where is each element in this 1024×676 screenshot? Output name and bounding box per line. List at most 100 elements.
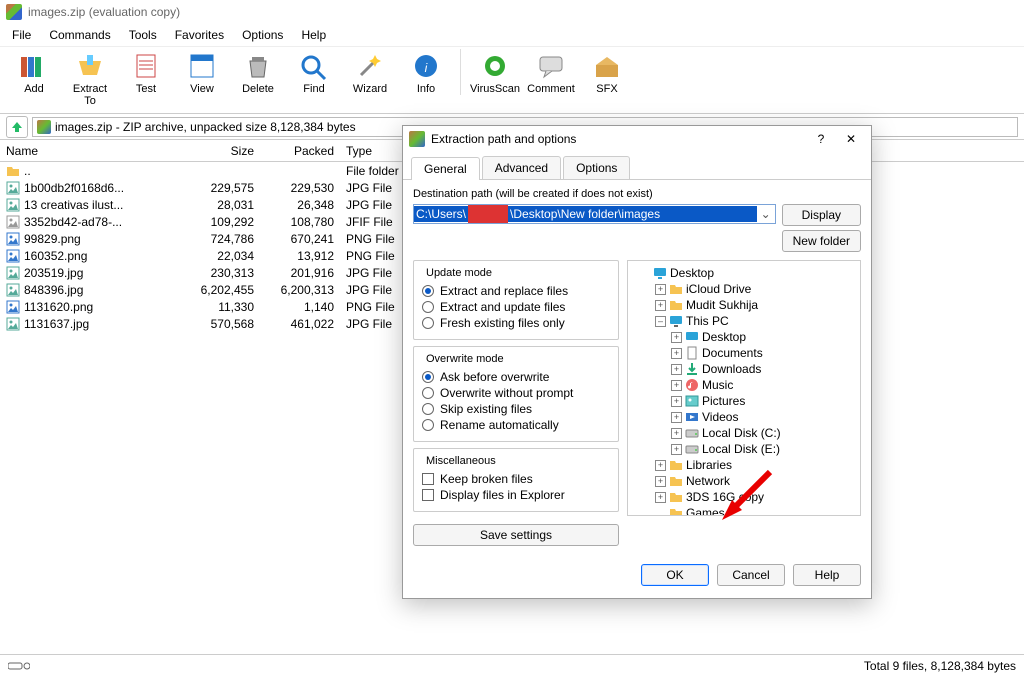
file-name: 99829.png xyxy=(24,232,81,246)
opt-extract-replace[interactable]: Extract and replace files xyxy=(422,283,610,299)
tool-find[interactable]: Find xyxy=(288,49,340,97)
new-folder-button[interactable]: New folder xyxy=(782,230,861,252)
tree-item[interactable]: Network xyxy=(632,473,858,489)
chevron-down-icon[interactable]: ⌄ xyxy=(757,207,775,221)
up-button[interactable] xyxy=(6,116,28,138)
destination-path-input[interactable]: C:\Users\ \Desktop\New folder\images ⌄ xyxy=(413,204,776,224)
tool-comment[interactable]: Comment xyxy=(525,49,577,97)
tree-item[interactable]: Downloads xyxy=(632,361,858,377)
file-name: 1b00db2f0168d6... xyxy=(24,181,124,195)
expand-icon[interactable] xyxy=(655,492,666,503)
file-packed: 13,912 xyxy=(260,249,340,263)
docs-icon xyxy=(685,346,699,360)
tool-extract-to[interactable]: Extract To xyxy=(64,49,116,109)
tree-item[interactable]: Mudit Sukhija xyxy=(632,297,858,313)
menu-favorites[interactable]: Favorites xyxy=(167,26,232,44)
tab-advanced[interactable]: Advanced xyxy=(482,156,561,179)
ok-button[interactable]: OK xyxy=(641,564,709,586)
file-size: 6,202,455 xyxy=(190,283,260,297)
opt-skip-existing[interactable]: Skip existing files xyxy=(422,401,610,417)
expand-icon[interactable] xyxy=(655,476,666,487)
tool-add[interactable]: Add xyxy=(8,49,60,97)
tool-delete[interactable]: Delete xyxy=(232,49,284,97)
tool-label: Comment xyxy=(527,83,575,95)
tree-label: Local Disk (C:) xyxy=(702,426,781,440)
help-icon[interactable]: ? xyxy=(813,132,829,146)
menu-tools[interactable]: Tools xyxy=(121,26,165,44)
expand-icon[interactable] xyxy=(655,460,666,471)
expand-icon[interactable] xyxy=(671,412,682,423)
file-size: 229,575 xyxy=(190,181,260,195)
tree-item[interactable]: Games xyxy=(632,505,858,516)
radio-icon xyxy=(422,371,434,383)
menu-file[interactable]: File xyxy=(4,26,39,44)
chk-keep-broken[interactable]: Keep broken files xyxy=(422,471,610,487)
archive-icon xyxy=(37,120,51,134)
menu-help[interactable]: Help xyxy=(293,26,334,44)
expand-icon[interactable] xyxy=(655,300,666,311)
tree-item[interactable]: Pictures xyxy=(632,393,858,409)
expand-icon[interactable] xyxy=(655,284,666,295)
jpg-file-icon xyxy=(6,317,20,331)
tree-item[interactable]: 3DS 16G copy xyxy=(632,489,858,505)
expand-icon[interactable] xyxy=(671,332,682,343)
close-icon[interactable]: ✕ xyxy=(843,132,859,146)
dialog-footer: OK Cancel Help xyxy=(403,556,871,598)
tool-virusscan[interactable]: VirusScan xyxy=(469,49,521,97)
tree-item[interactable]: Music xyxy=(632,377,858,393)
expand-icon[interactable] xyxy=(671,428,682,439)
folder-icon xyxy=(669,282,683,296)
menu-options[interactable]: Options xyxy=(234,26,291,44)
tree-item[interactable]: Libraries xyxy=(632,457,858,473)
help-button[interactable]: Help xyxy=(793,564,861,586)
tree-item[interactable]: Desktop xyxy=(632,329,858,345)
tab-general[interactable]: General xyxy=(411,157,480,180)
opt-fresh-only[interactable]: Fresh existing files only xyxy=(422,315,610,331)
save-settings-button[interactable]: Save settings xyxy=(413,524,619,546)
menu-commands[interactable]: Commands xyxy=(41,26,118,44)
expand-icon[interactable] xyxy=(671,380,682,391)
file-packed: 229,530 xyxy=(260,181,340,195)
cancel-button[interactable]: Cancel xyxy=(717,564,785,586)
tree-item[interactable]: This PC xyxy=(632,313,858,329)
jpg-file-icon xyxy=(6,283,20,297)
tree-item[interactable]: Documents xyxy=(632,345,858,361)
tool-label: SFX xyxy=(596,83,617,95)
opt-ask-overwrite[interactable]: Ask before overwrite xyxy=(422,369,610,385)
tool-sfx[interactable]: SFX xyxy=(581,49,633,97)
chk-display-explorer[interactable]: Display files in Explorer xyxy=(422,487,610,503)
tool-label: Wizard xyxy=(353,83,387,95)
tool-label: Test xyxy=(136,83,156,95)
info-icon: i xyxy=(409,51,443,81)
tool-view[interactable]: View xyxy=(176,49,228,97)
dialog-title-bar[interactable]: Extraction path and options ? ✕ xyxy=(403,126,871,152)
col-packed[interactable]: Packed xyxy=(260,144,340,158)
opt-overwrite-noprompt[interactable]: Overwrite without prompt xyxy=(422,385,610,401)
expand-icon[interactable] xyxy=(671,364,682,375)
tree-item[interactable]: Local Disk (C:) xyxy=(632,425,858,441)
opt-rename-auto[interactable]: Rename automatically xyxy=(422,417,610,433)
opt-extract-update[interactable]: Extract and update files xyxy=(422,299,610,315)
png-file-icon xyxy=(6,300,20,314)
tree-item[interactable]: Local Disk (E:) xyxy=(632,441,858,457)
col-size[interactable]: Size xyxy=(190,144,260,158)
collapse-icon[interactable] xyxy=(655,316,666,327)
tab-options[interactable]: Options xyxy=(563,156,630,179)
tool-info[interactable]: iInfo xyxy=(400,49,452,97)
tree-item[interactable]: Videos xyxy=(632,409,858,425)
tool-label: Extract To xyxy=(66,83,114,107)
tree-label: Local Disk (E:) xyxy=(702,442,780,456)
expand-icon[interactable] xyxy=(671,396,682,407)
tree-item[interactable]: iCloud Drive xyxy=(632,281,858,297)
tool-test[interactable]: Test xyxy=(120,49,172,97)
expand-icon[interactable] xyxy=(671,348,682,359)
dialog-app-icon xyxy=(409,131,425,147)
tree-label: Music xyxy=(702,378,733,392)
display-button[interactable]: Display xyxy=(782,204,861,226)
file-size: 724,786 xyxy=(190,232,260,246)
col-name[interactable]: Name xyxy=(0,144,190,158)
tool-wizard[interactable]: Wizard xyxy=(344,49,396,97)
update-mode-title: Update mode xyxy=(422,267,496,279)
tree-item[interactable]: Desktop xyxy=(632,265,858,281)
expand-icon[interactable] xyxy=(671,444,682,455)
